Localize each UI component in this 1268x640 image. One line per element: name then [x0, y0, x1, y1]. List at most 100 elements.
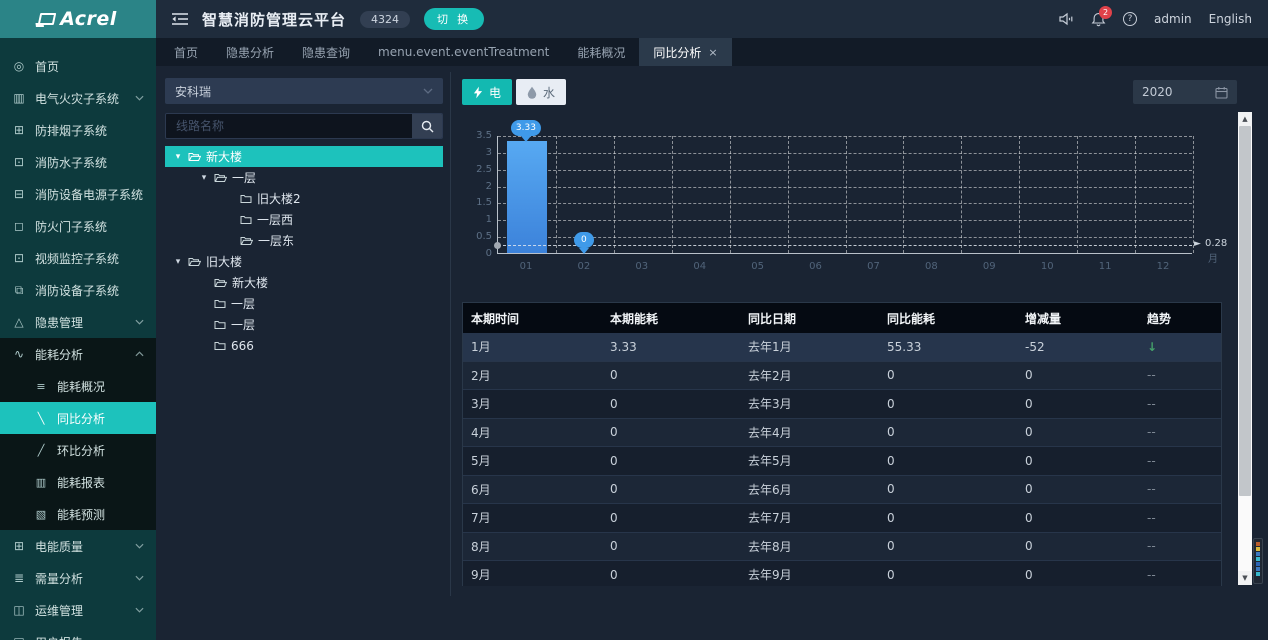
table-row[interactable]: 4月 0 去年4月 0 0 -- — [463, 419, 1221, 448]
sidebar-item-smoke[interactable]: ⊞防排烟子系统 — [0, 114, 156, 146]
table-row[interactable]: 5月 0 去年5月 0 0 -- — [463, 447, 1221, 476]
scroll-down-button[interactable]: ▼ — [1238, 571, 1252, 585]
video-monitor-icon: ⊡ — [12, 251, 26, 265]
v-gridline — [1193, 136, 1194, 253]
tab-event-treatment[interactable]: menu.event.eventTreatment — [364, 38, 563, 66]
switch-button[interactable]: 切 换 — [424, 8, 484, 30]
year-picker[interactable]: 2020 — [1133, 80, 1237, 104]
sidebar-item-fire-device[interactable]: ⧉消防设备子系统 — [0, 274, 156, 306]
sidebar-item-hazard-mgmt[interactable]: △隐患管理 — [0, 306, 156, 338]
x-axis-tick-label: 02 — [564, 261, 604, 272]
company-select[interactable]: 安科瑞 — [165, 78, 443, 104]
tab-hazard-analysis[interactable]: 隐患分析 — [212, 38, 288, 66]
x-axis-tick-label: 09 — [969, 261, 1009, 272]
cell-energy: 0 — [602, 482, 740, 496]
help-icon[interactable]: ? — [1123, 12, 1137, 26]
x-axis-tick-label: 07 — [853, 261, 893, 272]
tree-node[interactable]: 一层西 — [165, 209, 443, 230]
x-axis-tick-label: 05 — [738, 261, 778, 272]
sidebar-item-power-quality[interactable]: ⊞电能质量 — [0, 530, 156, 562]
sidebar-item-energy-analysis[interactable]: ∿能耗分析 — [0, 338, 156, 370]
line-search — [165, 113, 443, 139]
sidebar-item-video[interactable]: ⊡视频监控子系统 — [0, 242, 156, 274]
chevron-down-icon — [135, 607, 144, 613]
report-icon: ▥ — [34, 476, 48, 489]
language-switch[interactable]: English — [1209, 12, 1252, 26]
bell-icon[interactable]: 2 — [1091, 12, 1106, 27]
y-axis-tick-label: 1.5 — [462, 197, 492, 208]
table-row[interactable]: 3月 0 去年3月 0 0 -- — [463, 390, 1221, 419]
forecast-icon: ▧ — [34, 508, 48, 521]
tree-node[interactable]: 旧大楼2 — [165, 188, 443, 209]
cell-yoy-energy: 0 — [879, 397, 1017, 411]
y-axis-tick-label: 0 — [462, 248, 492, 259]
tree-node[interactable]: 一层东 — [165, 230, 443, 251]
tab-hazard-query[interactable]: 隐患查询 — [288, 38, 364, 66]
chevron-up-icon — [135, 351, 144, 357]
tree-node[interactable]: ▾一层 — [165, 167, 443, 188]
lightning-icon — [473, 86, 483, 99]
table-row[interactable]: 9月 0 去年9月 0 0 -- — [463, 561, 1221, 586]
sidebar-item-energy-report[interactable]: ▥能耗报表 — [0, 466, 156, 498]
cell-yoy-date: 去年2月 — [740, 367, 879, 384]
warning-icon: △ — [12, 315, 26, 329]
tab-bar: 首页 隐患分析 隐患查询 menu.event.eventTreatment 能… — [156, 38, 1268, 66]
cell-delta: -52 — [1017, 340, 1139, 354]
tree-node[interactable]: 一层 — [165, 293, 443, 314]
caret-down-icon[interactable]: ▾ — [199, 173, 209, 183]
x-axis-tick-label: 08 — [911, 261, 951, 272]
cell-yoy-energy: 0 — [879, 568, 1017, 582]
caret-down-icon[interactable]: ▾ — [173, 152, 183, 162]
tree-node[interactable]: 一层 — [165, 314, 443, 335]
search-button[interactable] — [412, 114, 442, 138]
tree-node[interactable]: ▾旧大楼 — [165, 251, 443, 272]
sidebar-item-energy-overview[interactable]: ≡能耗概况 — [0, 370, 156, 402]
sidebar-item-electric-fire[interactable]: ▥电气火灾子系统 — [0, 82, 156, 114]
sidebar-item-demand-analysis[interactable]: ≣需量分析 — [0, 562, 156, 594]
tab-yoy-analysis[interactable]: 同比分析× — [639, 38, 731, 66]
tab-close-icon[interactable]: × — [708, 46, 717, 59]
tree-node[interactable]: 新大楼 — [165, 272, 443, 293]
sidebar-item-fire-power[interactable]: ⊟消防设备电源子系统 — [0, 178, 156, 210]
folder-icon — [240, 215, 252, 225]
caret-down-icon[interactable]: ▾ — [173, 257, 183, 267]
cell-delta: 0 — [1017, 368, 1139, 382]
sidebar-item-fire-door[interactable]: ◻防火门子系统 — [0, 210, 156, 242]
cell-yoy-date: 去年3月 — [740, 395, 879, 412]
table-row[interactable]: 7月 0 去年7月 0 0 -- — [463, 504, 1221, 533]
table-row[interactable]: 8月 0 去年8月 0 0 -- — [463, 533, 1221, 562]
water-toggle-button[interactable]: 水 — [516, 79, 566, 105]
sidebar-item-fire-water[interactable]: ⊡消防水子系统 — [0, 146, 156, 178]
speaker-icon[interactable] — [1058, 12, 1074, 26]
cell-yoy-date: 去年8月 — [740, 538, 879, 555]
sidebar-item-home[interactable]: ◎首页 — [0, 50, 156, 82]
cell-period: 7月 — [463, 509, 602, 526]
sidebar-item-yoy-analysis[interactable]: ╲同比分析 — [0, 402, 156, 434]
chart-bar[interactable] — [507, 141, 547, 253]
y-axis-tick-label: 0.5 — [462, 231, 492, 242]
table-row[interactable]: 1月 3.33 去年1月 55.33 -52 ↓ — [463, 333, 1221, 362]
table-row[interactable]: 6月 0 去年6月 0 0 -- — [463, 476, 1221, 505]
notification-count-badge: 2 — [1099, 6, 1112, 19]
tab-energy-overview[interactable]: 能耗概况 — [563, 38, 639, 66]
tree-node[interactable]: 666 — [165, 335, 443, 356]
sidebar-item-user-report[interactable]: ▤用户报告 — [0, 626, 156, 640]
page-title: 智慧消防管理云平台 — [202, 9, 346, 30]
cell-delta: 0 — [1017, 539, 1139, 553]
sidebar-item-mom-analysis[interactable]: ╱环比分析 — [0, 434, 156, 466]
search-input[interactable] — [166, 114, 412, 138]
table-row[interactable]: 2月 0 去年2月 0 0 -- — [463, 362, 1221, 391]
user-name[interactable]: admin — [1154, 12, 1192, 26]
cell-yoy-date: 去年5月 — [740, 452, 879, 469]
sidebar-item-energy-forecast[interactable]: ▧能耗预测 — [0, 498, 156, 530]
electric-toggle-button[interactable]: 电 — [462, 79, 512, 105]
tab-home[interactable]: 首页 — [160, 38, 212, 66]
sidebar-item-ops-mgmt[interactable]: ◫运维管理 — [0, 594, 156, 626]
scrollbar-thumb[interactable] — [1239, 126, 1251, 496]
scroll-up-button[interactable]: ▲ — [1238, 112, 1252, 126]
table-scrollbar[interactable] — [1253, 538, 1263, 584]
menu-fold-icon[interactable] — [172, 12, 188, 26]
tree-node[interactable]: ▾新大楼 — [165, 146, 443, 167]
v-gridline — [730, 136, 731, 253]
v-gridline — [1077, 136, 1078, 253]
